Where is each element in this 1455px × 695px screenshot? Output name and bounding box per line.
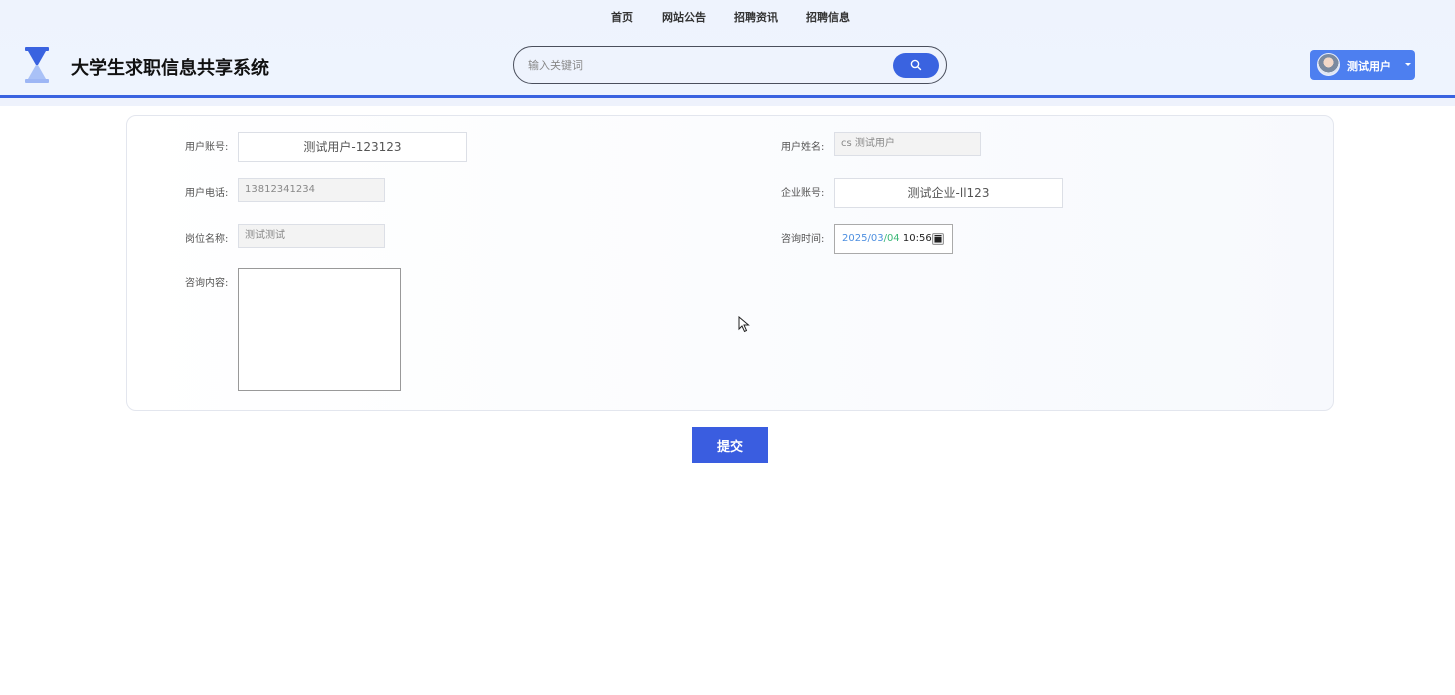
site-title: 大学生求职信息共享系统 [71, 58, 269, 79]
phone-field[interactable]: 13812341234 [238, 178, 385, 202]
position-label: 岗位名称: [185, 234, 229, 245]
position-field[interactable]: 测试测试 [238, 224, 385, 248]
nav-item-job-info[interactable]: 招聘信息 [806, 9, 850, 25]
consultation-form: 用户账号: 测试用户-123123 用户姓名: cs 测试用户 用户电话: 13… [126, 115, 1334, 411]
account-field[interactable]: 测试用户-123123 [238, 132, 467, 162]
search-input[interactable] [528, 56, 888, 74]
caret-down-icon [1405, 63, 1411, 66]
name-field[interactable]: cs 测试用户 [834, 132, 981, 156]
phone-label: 用户电话: [185, 188, 229, 199]
time-month: 03 [870, 233, 884, 244]
user-menu-button[interactable]: 测试用户 [1310, 50, 1415, 80]
header-shadow [0, 98, 1455, 106]
company-field[interactable]: 测试企业-ll123 [834, 178, 1063, 208]
top-nav: 首页 网站公告 招聘资讯 招聘信息 [0, 9, 1455, 25]
time-clock: 10:56 [902, 233, 932, 244]
nav-item-recruitment-news[interactable]: 招聘资讯 [734, 9, 778, 25]
search-button[interactable] [893, 53, 939, 78]
account-label: 用户账号: [185, 142, 229, 153]
mouse-cursor-icon [738, 316, 750, 333]
search-box [513, 46, 947, 84]
avatar-icon [1317, 53, 1340, 76]
content-label: 咨询内容: [185, 278, 229, 289]
time-day: 04 [886, 233, 900, 244]
hourglass-icon [25, 47, 49, 83]
user-name: 测试用户 [1347, 60, 1391, 73]
calendar-icon[interactable] [932, 233, 944, 245]
content-textarea[interactable] [238, 268, 401, 391]
nav-item-home[interactable]: 首页 [611, 9, 633, 25]
time-field[interactable]: 2025/03/04 10:56 [834, 224, 953, 254]
submit-button[interactable]: 提交 [692, 427, 768, 463]
time-year: 2025 [842, 233, 868, 244]
header: 首页 网站公告 招聘资讯 招聘信息 大学生求职信息共享系统 测试用户 [0, 0, 1455, 106]
name-label: 用户姓名: [781, 142, 825, 153]
time-label: 咨询时间: [781, 234, 825, 245]
nav-item-announcements[interactable]: 网站公告 [662, 9, 706, 25]
search-icon [910, 59, 922, 71]
company-label: 企业账号: [781, 188, 825, 199]
